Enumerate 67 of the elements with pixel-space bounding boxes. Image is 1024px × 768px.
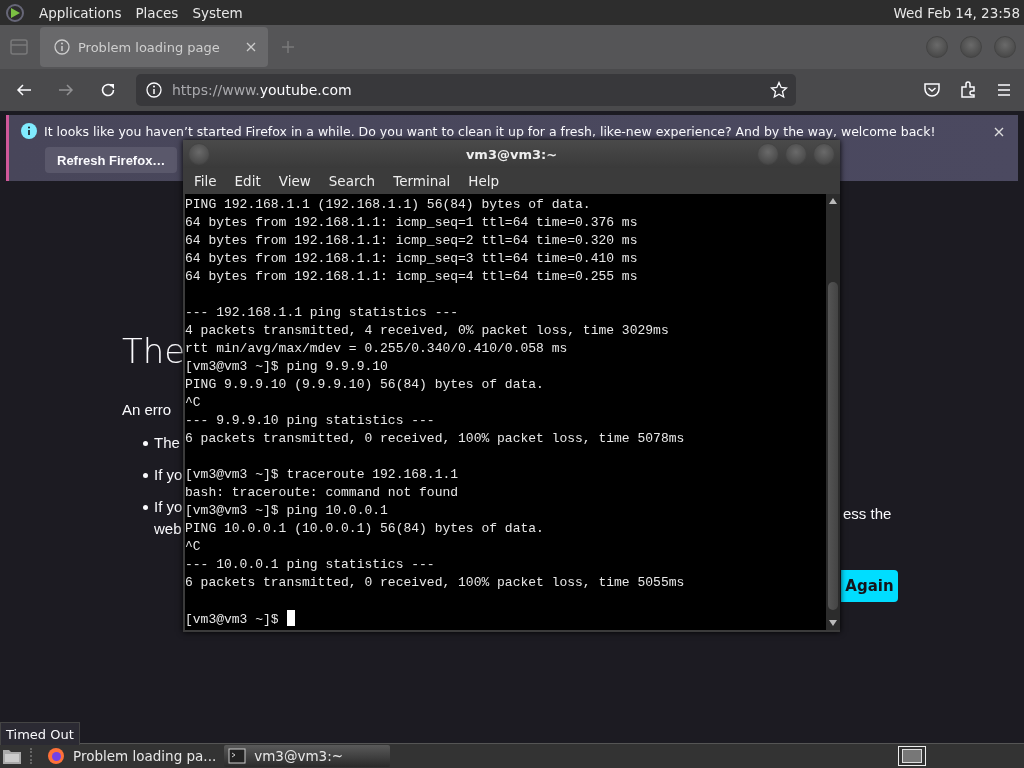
cursor xyxy=(286,610,295,626)
panel-menu[interactable]: System xyxy=(192,4,243,21)
bullet-text: If yo xyxy=(154,465,183,485)
terminal-line: 64 bytes from 192.168.1.1: icmp_seq=2 ttl=64 time=0.320 ms xyxy=(185,232,639,250)
terminal-prompt: [vm3@vm3 ~]$ xyxy=(185,612,279,627)
bullet-icon xyxy=(143,505,148,510)
bullet-icon xyxy=(143,441,148,446)
info-icon xyxy=(21,123,37,139)
menu-item[interactable]: Edit xyxy=(225,173,270,189)
terminal-line: --- 192.168.1.1 ping statistics --- xyxy=(185,304,460,322)
menu-item[interactable]: View xyxy=(269,173,320,189)
status-tooltip: Timed Out xyxy=(0,722,80,745)
distro-logo-icon[interactable] xyxy=(5,2,25,23)
window-title: vm3@vm3:~ xyxy=(465,146,558,162)
bullet-text: If yo web xyxy=(154,497,183,539)
bullet-text: ess the xyxy=(842,505,893,522)
tab-title: Problem loading page xyxy=(78,39,220,55)
clock[interactable]: Wed Feb 14, 23:58 xyxy=(893,4,1020,21)
terminal-line: 6 packets transmitted, 0 received, 100% packet loss, time 5055ms xyxy=(185,574,686,592)
close-icon[interactable] xyxy=(994,127,1004,137)
menu-item[interactable]: File xyxy=(185,173,226,189)
terminal-line: [vm3@vm3 ~]$ ping 10.0.0.1 xyxy=(185,502,389,520)
bullet-text: The xyxy=(154,433,181,453)
terminal-line: [vm3@vm3 ~]$ traceroute 192.168.1.1 xyxy=(185,466,460,484)
bullet-icon xyxy=(143,473,148,478)
info-icon xyxy=(54,39,70,55)
terminal-line: ^C xyxy=(185,394,202,412)
workspace-switcher[interactable] xyxy=(898,746,926,766)
terminal-line: --- 10.0.0.1 ping statistics --- xyxy=(185,556,436,574)
back-icon[interactable] xyxy=(16,82,32,98)
terminal-line: 64 bytes from 192.168.1.1: icmp_seq=1 ttl=64 time=0.376 ms xyxy=(185,214,639,232)
terminal-line: PING 9.9.9.10 (9.9.9.10) 56(84) bytes of data. xyxy=(185,376,545,394)
terminal-line: PING 10.0.0.1 (10.0.0.1) 56(84) bytes of data. xyxy=(185,520,545,538)
notification-message: It looks like you haven’t started Firefox in a while. Do you want to clean it up for a fresh, like-new experience? And by the way, welcome back! xyxy=(44,123,936,139)
taskbar-task[interactable]: vm3@vm3:~ xyxy=(224,745,391,767)
menu-item[interactable]: Help xyxy=(459,173,509,189)
menu-item[interactable]: Terminal xyxy=(384,173,460,189)
scroll-up-icon[interactable] xyxy=(829,198,837,204)
terminal-line: 4 packets transmitted, 4 received, 0% packet loss, time 3029ms xyxy=(185,322,670,340)
address-bar[interactable]: https://www.youtube.com xyxy=(136,74,796,106)
scroll-down-icon[interactable] xyxy=(829,620,837,626)
file-manager-icon[interactable] xyxy=(2,747,22,765)
reload-icon[interactable] xyxy=(100,82,116,98)
terminal-line: rtt min/avg/max/mdev = 0.255/0.340/0.410/0.058 ms xyxy=(185,340,569,358)
terminal-line: [vm3@vm3 ~]$ ping 9.9.9.10 xyxy=(185,358,389,376)
terminal-line: 6 packets transmitted, 0 received, 100% packet loss, time 5078ms xyxy=(185,430,686,448)
star-icon[interactable] xyxy=(770,81,788,99)
error-heading: The xyxy=(122,331,183,371)
terminal-line: 64 bytes from 192.168.1.1: icmp_seq=3 ttl=64 time=0.410 ms xyxy=(185,250,639,268)
terminal-line: ^C xyxy=(185,538,202,556)
info-icon[interactable] xyxy=(146,82,162,98)
panel-menu[interactable]: Applications xyxy=(39,4,122,21)
browser-tab[interactable]: Problem loading page xyxy=(40,27,268,67)
panel-menu[interactable]: Places xyxy=(135,4,179,21)
taskbar-task[interactable]: Problem loading pa... xyxy=(43,745,225,767)
terminal-line: PING 192.168.1.1 (192.168.1.1) 56(84) bytes of data. xyxy=(185,196,592,214)
error-text: An erro xyxy=(122,401,173,418)
url-text: https://www.youtube.com xyxy=(172,82,352,98)
close-icon[interactable] xyxy=(246,42,256,52)
terminal-line: --- 9.9.9.10 ping statistics --- xyxy=(185,412,436,430)
refresh-firefox-button[interactable]: Refresh Firefox… xyxy=(45,147,178,173)
menu-item[interactable]: Search xyxy=(319,173,385,189)
terminal-line: 64 bytes from 192.168.1.1: icmp_seq=4 ttl=64 time=0.255 ms xyxy=(185,268,639,286)
try-again-button[interactable]: Again xyxy=(841,570,898,602)
terminal-line: bash: traceroute: command not found xyxy=(185,484,460,502)
browser-icon xyxy=(47,747,65,765)
terminal-icon xyxy=(228,748,247,764)
